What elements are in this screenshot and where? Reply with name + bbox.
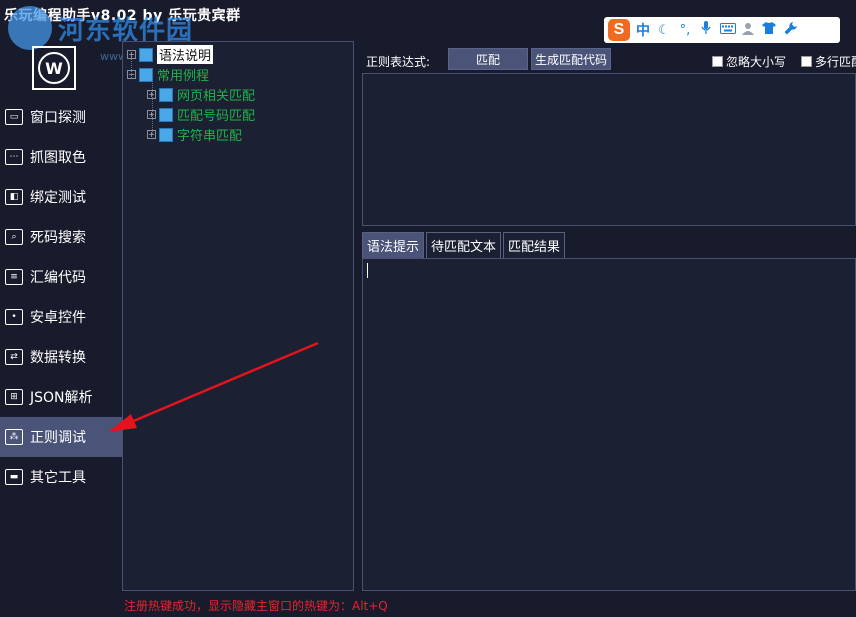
code-search-icon: ⌕	[5, 229, 23, 245]
assembly-code-icon: ≡	[5, 269, 23, 285]
example-tree-panel: + 语法说明 − 常用例程 + 网页相关匹配 + 匹配号码匹配 + 字符串匹配	[122, 41, 354, 591]
sidebar-item-label: 抓图取色	[30, 150, 86, 166]
ignore-case-label: 忽略大小写	[726, 55, 787, 69]
status-message: 注册热键成功，显示隐藏主窗口的热键为：Alt+Q	[124, 599, 388, 613]
sidebar-item-assembly-code[interactable]: ≡ 汇编代码	[0, 257, 122, 297]
tab-text-to-match[interactable]: 待匹配文本	[426, 232, 502, 258]
sidebar-item-bind-test[interactable]: ◧ 绑定测试	[0, 177, 122, 217]
toolbox-icon: ▬	[5, 469, 23, 485]
folder-icon	[159, 107, 173, 122]
sidebar-item-label: 死码搜索	[30, 230, 86, 246]
tree-node-label[interactable]: 常用例程	[157, 65, 209, 84]
multiline-option[interactable]: 多行匹配	[801, 53, 856, 70]
tree-expand-toggle[interactable]: +	[127, 50, 136, 59]
tree-expand-toggle[interactable]: +	[147, 130, 156, 139]
moon-icon[interactable]: ☾	[657, 23, 671, 38]
sidebar-item-label: JSON解析	[30, 390, 93, 406]
sidebar-item-android-control[interactable]: • 安卓控件	[0, 297, 122, 337]
tab-match-result[interactable]: 匹配结果	[503, 232, 566, 258]
sidebar-item-label: 安卓控件	[30, 310, 86, 326]
chinese-mode-icon[interactable]: 中	[636, 20, 650, 40]
data-convert-icon: ⇄	[5, 349, 23, 365]
tree-node-label[interactable]: 字符串匹配	[177, 125, 242, 144]
multiline-label: 多行匹配	[815, 55, 856, 69]
settings-wrench-icon[interactable]	[783, 21, 797, 39]
folder-icon	[159, 87, 173, 102]
content-tabs: 语法提示 待匹配文本 匹配结果	[362, 232, 567, 258]
tab-content-textarea[interactable]	[362, 258, 856, 591]
regex-input[interactable]	[362, 73, 856, 226]
sogou-logo-icon[interactable]: S	[608, 19, 630, 41]
tree-node[interactable]: + 匹配号码匹配	[147, 105, 255, 124]
sidebar-item-label: 窗口探测	[30, 110, 86, 126]
logo-w-icon: W	[38, 52, 70, 84]
sidebar-item-window-detect[interactable]: ▭ 窗口探测	[0, 97, 122, 137]
sidebar-item-screenshot-color[interactable]: ⋯ 抓图取色	[0, 137, 122, 177]
sidebar-item-toolbox[interactable]: ▬ 其它工具	[0, 457, 122, 497]
sidebar-item-json-parse[interactable]: ⊞ JSON解析	[0, 377, 122, 417]
sidebar-item-label: 汇编代码	[30, 270, 86, 286]
generate-code-button[interactable]: 生成匹配代码	[531, 48, 611, 70]
tree-node[interactable]: − 常用例程	[127, 65, 209, 84]
tree-node-label[interactable]: 网页相关匹配	[177, 85, 255, 104]
tree-expand-toggle[interactable]: +	[147, 110, 156, 119]
ignore-case-checkbox[interactable]	[712, 56, 723, 67]
tree-node[interactable]: + 字符串匹配	[147, 125, 242, 144]
tree-node-label[interactable]: 匹配号码匹配	[177, 105, 255, 124]
keyboard-icon[interactable]	[720, 22, 736, 38]
tab-syntax-hint[interactable]: 语法提示	[362, 232, 425, 258]
sidebar-item-code-search[interactable]: ⌕ 死码搜索	[0, 217, 122, 257]
skin-icon[interactable]	[762, 22, 776, 38]
regex-debug-icon: ⁂	[5, 429, 23, 445]
sidebar-item-label: 绑定测试	[30, 190, 86, 206]
window-detect-icon: ▭	[5, 109, 23, 125]
screenshot-color-icon: ⋯	[5, 149, 23, 165]
tree-collapse-toggle[interactable]: −	[127, 70, 136, 79]
tree-node-label[interactable]: 语法说明	[157, 45, 214, 64]
tree-node[interactable]: + 网页相关匹配	[147, 85, 255, 104]
json-parse-icon: ⊞	[5, 389, 23, 405]
punctuation-icon[interactable]: °,	[678, 23, 692, 38]
sidebar-item-label: 其它工具	[30, 470, 86, 486]
multiline-checkbox[interactable]	[801, 56, 812, 67]
folder-icon	[139, 47, 153, 62]
tree-node[interactable]: + 语法说明	[127, 45, 214, 64]
regex-label: 正则表达式:	[366, 55, 431, 69]
user-icon[interactable]	[741, 22, 755, 39]
microphone-icon[interactable]	[699, 21, 713, 39]
folder-icon	[139, 67, 153, 82]
sidebar-item-label: 数据转换	[30, 350, 86, 366]
sidebar-item-data-convert[interactable]: ⇄ 数据转换	[0, 337, 122, 377]
ignore-case-option[interactable]: 忽略大小写	[712, 53, 786, 70]
text-caret	[367, 263, 368, 278]
sidebar: ▭ 窗口探测 ⋯ 抓图取色 ◧ 绑定测试 ⌕ 死码搜索 ≡ 汇编代码 • 安卓控…	[0, 97, 122, 497]
app-title: 乐玩编程助手v8.02 by 乐玩贵宾群	[4, 8, 241, 24]
ime-toolbar[interactable]: S 中 ☾ °,	[604, 17, 840, 43]
sidebar-item-label: 正则调试	[30, 430, 86, 446]
sidebar-item-regex-debug[interactable]: ⁂ 正则调试	[0, 417, 122, 457]
android-control-icon: •	[5, 309, 23, 325]
bind-test-icon: ◧	[5, 189, 23, 205]
folder-icon	[159, 127, 173, 142]
match-button[interactable]: 匹配	[448, 48, 528, 70]
app-logo: W	[32, 46, 76, 90]
tree-expand-toggle[interactable]: +	[147, 90, 156, 99]
